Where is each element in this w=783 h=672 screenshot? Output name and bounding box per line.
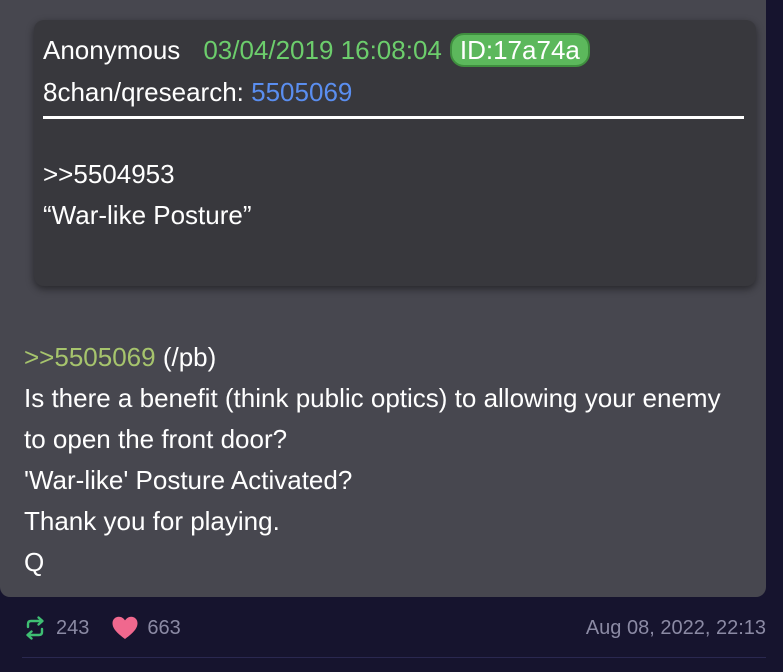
reply-line: Is there a benefit (think public optics)…	[24, 383, 721, 413]
quoted-post-body: >>5504953 “War-like Posture”	[43, 154, 252, 236]
repost-icon	[26, 616, 44, 640]
footer-divider	[22, 657, 766, 658]
post-timestamp: 03/04/2019 16:08:04	[203, 35, 442, 65]
reply-post-link[interactable]: >>5505069	[24, 342, 156, 372]
board-label: 8chan/qresearch:	[43, 77, 244, 107]
post-date: Aug 08, 2022, 22:13	[585, 616, 766, 639]
divider	[43, 116, 744, 119]
poster-id-badge: ID:17a74a	[449, 33, 590, 67]
repost-button[interactable]: 243	[22, 615, 89, 641]
quoted-post: Anonymous 03/04/2019 16:08:04 ID:17a74a …	[34, 20, 756, 286]
heart-icon	[112, 616, 138, 639]
reply-header: >>5505069 (/pb)	[24, 337, 764, 378]
reply-body: >>5505069 (/pb) Is there a benefit (thin…	[24, 337, 764, 583]
quoted-post-line: >>5504953	[43, 159, 175, 189]
like-button[interactable]: 663	[111, 615, 181, 641]
author-name: Anonymous	[43, 35, 181, 65]
reply-line: 'War-like' Posture Activated?	[24, 465, 353, 495]
quoted-post-line: “War-like Posture”	[43, 200, 252, 230]
reply-line: to open the front door?	[24, 424, 288, 454]
reply-signature: Q	[24, 547, 45, 577]
board-line: 8chan/qresearch: 5505069	[43, 74, 352, 110]
reply-line: Thank you for playing.	[24, 506, 280, 536]
quoted-post-meta: Anonymous 03/04/2019 16:08:04 ID:17a74a	[43, 32, 590, 68]
post-number-link[interactable]: 5505069	[251, 77, 352, 107]
like-count: 663	[147, 616, 181, 639]
post-card: Anonymous 03/04/2019 16:08:04 ID:17a74a …	[0, 0, 766, 597]
reply-link-suffix: (/pb)	[155, 342, 217, 372]
repost-count: 243	[56, 616, 90, 639]
post-footer: 243 663 Aug 08, 2022, 22:13	[22, 612, 766, 644]
